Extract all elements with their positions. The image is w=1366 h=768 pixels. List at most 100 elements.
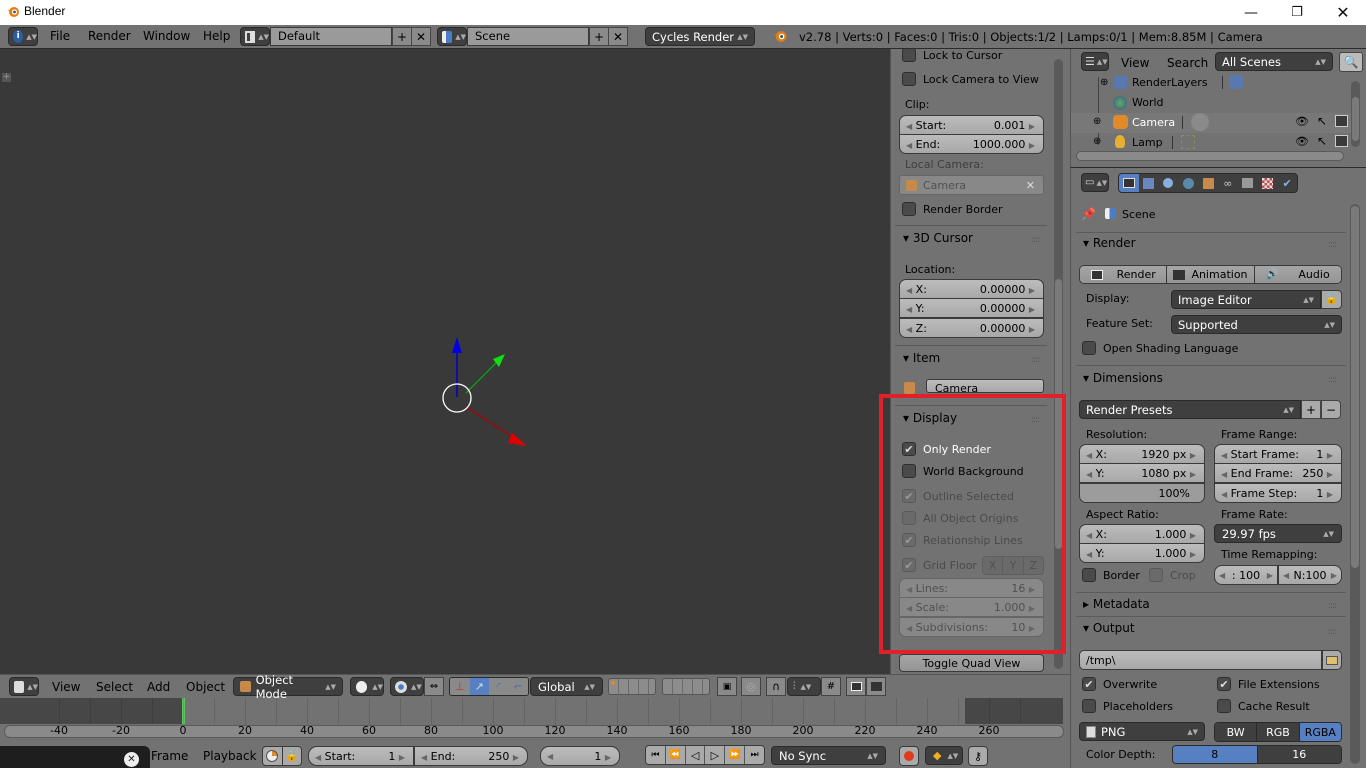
- frame-step-field[interactable]: ◀ Frame Step: 1 ▶: [1214, 483, 1342, 503]
- manipulate-center-points-button[interactable]: ⇔: [424, 677, 444, 696]
- resolution-percentage-slider[interactable]: 100%: [1079, 483, 1205, 503]
- close-window-button[interactable]: ✕: [1320, 0, 1366, 25]
- render-layer-icon[interactable]: [1229, 75, 1243, 89]
- render-border-checkbox[interactable]: [902, 202, 916, 216]
- frame-rate-dropdown[interactable]: 29.97 fps ▲▼: [1214, 524, 1342, 543]
- only-render-checkbox[interactable]: ✔: [902, 442, 916, 456]
- tab-scene-settings[interactable]: ✔: [1277, 174, 1297, 192]
- browse-folder-button[interactable]: [1322, 650, 1342, 670]
- jump-to-end-button[interactable]: ⏭: [745, 746, 764, 764]
- grid-subdivisions-field[interactable]: ◀ Subdivisions: 10 ▶: [899, 617, 1044, 637]
- cursor-z-field[interactable]: ◀ Z: 0.00000 ▶: [899, 318, 1044, 338]
- pivot-point-dropdown[interactable]: ▲▼: [390, 677, 424, 696]
- grid-scale-field[interactable]: ◀ Scale: 1.000 ▶: [899, 597, 1044, 617]
- viewport-shading-dropdown[interactable]: ▲▼: [350, 677, 384, 696]
- overwrite-checkbox[interactable]: ✔: [1082, 677, 1096, 691]
- jump-to-start-button[interactable]: ⏮: [646, 746, 666, 764]
- color-depth-8[interactable]: 8: [1173, 746, 1258, 763]
- pin-icon[interactable]: 📌: [1081, 207, 1096, 221]
- display-panel-header[interactable]: ▾ Display: [903, 411, 957, 425]
- tab-scene[interactable]: [1159, 174, 1179, 192]
- color-depth-16[interactable]: 16: [1257, 746, 1341, 763]
- render-image-button[interactable]: Render: [1080, 266, 1168, 283]
- visibility-eye-icon[interactable]: 👁: [1295, 135, 1309, 148]
- render-panel-header[interactable]: ▾ Render: [1083, 236, 1136, 250]
- interaction-mode-dropdown[interactable]: Object Mode ▲▼: [233, 673, 343, 701]
- remove-scene-button[interactable]: ✕: [608, 27, 628, 46]
- color-mode-rgba[interactable]: RGBA: [1299, 723, 1341, 741]
- toggle-quad-view-button[interactable]: Toggle Quad View: [899, 654, 1044, 672]
- menu-file[interactable]: File: [50, 29, 70, 43]
- use-preview-range-button[interactable]: [263, 747, 283, 765]
- metadata-panel-header[interactable]: ▸ Metadata: [1083, 597, 1150, 611]
- tab-world[interactable]: [1178, 174, 1198, 192]
- menu-select[interactable]: Select: [96, 680, 133, 694]
- grid-axis-y-toggle[interactable]: Y: [1003, 557, 1024, 574]
- scene-field[interactable]: Scene: [467, 27, 589, 46]
- end-frame-field[interactable]: ◀ End Frame: 250 ▶: [1214, 463, 1342, 483]
- tab-texture[interactable]: [1257, 174, 1277, 192]
- placeholders-checkbox[interactable]: [1082, 699, 1096, 713]
- screen-layout-type-button[interactable]: ▲▼: [240, 27, 270, 46]
- current-frame-field[interactable]: ◀ 1 ▶: [540, 746, 620, 766]
- color-mode-bw[interactable]: BW: [1215, 723, 1258, 741]
- drag-grip-icon[interactable]: ::::: [1328, 601, 1337, 611]
- lock-to-cursor-checkbox[interactable]: [902, 48, 916, 62]
- close-popup-icon[interactable]: ✕: [124, 752, 139, 767]
- snap-toggle-button[interactable]: ∩: [766, 677, 786, 696]
- menu-window[interactable]: Window: [143, 29, 190, 43]
- lock-camera-checkbox[interactable]: [902, 72, 916, 86]
- lock-time-cursor-button[interactable]: 🔒: [282, 747, 301, 765]
- color-mode-rgb[interactable]: RGB: [1257, 723, 1300, 741]
- resolution-y-field[interactable]: ◀ Y: 1080 px ▶: [1079, 463, 1205, 483]
- cursor-panel-header[interactable]: ▾ 3D Cursor: [903, 231, 973, 245]
- auto-keying-button[interactable]: [899, 746, 919, 766]
- selectable-cursor-icon[interactable]: ↖: [1317, 114, 1327, 128]
- start-frame-field[interactable]: ◀ Start Frame: 1 ▶: [1214, 444, 1342, 464]
- grid-floor-checkbox[interactable]: ✔: [902, 558, 916, 572]
- scale-manipulator[interactable]: ⌐: [508, 678, 528, 695]
- outliner-v-scrollbar-thumb[interactable]: [1352, 97, 1359, 141]
- expand-icon[interactable]: ⊕: [1093, 116, 1101, 127]
- add-screen-button[interactable]: +: [392, 27, 412, 46]
- lock-interface-button[interactable]: 🔓: [1321, 290, 1342, 309]
- time-remap-new-field[interactable]: ◀ N:100 ▶: [1278, 565, 1342, 585]
- drag-grip-icon[interactable]: ::::: [1328, 375, 1337, 385]
- manipulator-toggle[interactable]: ⊥: [450, 678, 470, 695]
- border-checkbox[interactable]: [1082, 568, 1096, 582]
- clip-end-field[interactable]: ◀ End: 1000.000 ▶: [899, 134, 1044, 154]
- lamp-data-icon[interactable]: [1181, 135, 1195, 149]
- world-background-checkbox[interactable]: [902, 464, 916, 478]
- outliner-menu-view[interactable]: View: [1121, 56, 1149, 70]
- cache-result-checkbox[interactable]: [1217, 699, 1231, 713]
- resolution-x-field[interactable]: ◀ X: 1920 px ▶: [1079, 444, 1205, 464]
- insert-keyframe-button[interactable]: ⚷: [968, 746, 988, 766]
- transform-orientation-dropdown[interactable]: Global ▲▼: [530, 677, 603, 696]
- drag-grip-icon[interactable]: ::::: [1328, 627, 1337, 637]
- menu-render[interactable]: Render: [88, 29, 131, 43]
- tab-render[interactable]: [1119, 174, 1139, 192]
- menu-add[interactable]: Add: [147, 680, 170, 694]
- menu-help[interactable]: Help: [203, 29, 230, 43]
- camera-data-icon[interactable]: [1191, 113, 1209, 131]
- remove-preset-button[interactable]: −: [1321, 400, 1341, 419]
- toolshelf-toggle[interactable]: +: [2, 73, 11, 82]
- display-dropdown[interactable]: Image Editor ▲▼: [1171, 290, 1321, 309]
- tab-render-layers[interactable]: [1139, 174, 1159, 192]
- aspect-x-field[interactable]: ◀ X: 1.000 ▶: [1079, 524, 1205, 544]
- selectable-cursor-icon[interactable]: ↖: [1317, 134, 1327, 148]
- rotate-manipulator[interactable]: ◜: [489, 678, 509, 695]
- expand-icon[interactable]: ⊕: [1093, 136, 1101, 147]
- translate-manipulator[interactable]: ↗: [469, 678, 489, 695]
- drag-grip-icon[interactable]: ::::: [1031, 235, 1040, 245]
- output-path-field[interactable]: /tmp\: [1079, 650, 1322, 670]
- end-frame-field[interactable]: ◀ End: 250 ▶: [414, 746, 528, 766]
- scene-layers-group-1[interactable]: [608, 678, 656, 695]
- opengl-render-animation-button[interactable]: [866, 677, 886, 696]
- npanel-scrollbar-thumb[interactable]: [1055, 279, 1062, 549]
- add-scene-button[interactable]: +: [589, 27, 609, 46]
- grid-axis-x-toggle[interactable]: X: [983, 557, 1004, 574]
- osl-checkbox[interactable]: [1082, 341, 1096, 355]
- feature-set-dropdown[interactable]: Supported ▲▼: [1171, 315, 1342, 334]
- expand-icon[interactable]: ⊕: [1100, 77, 1108, 88]
